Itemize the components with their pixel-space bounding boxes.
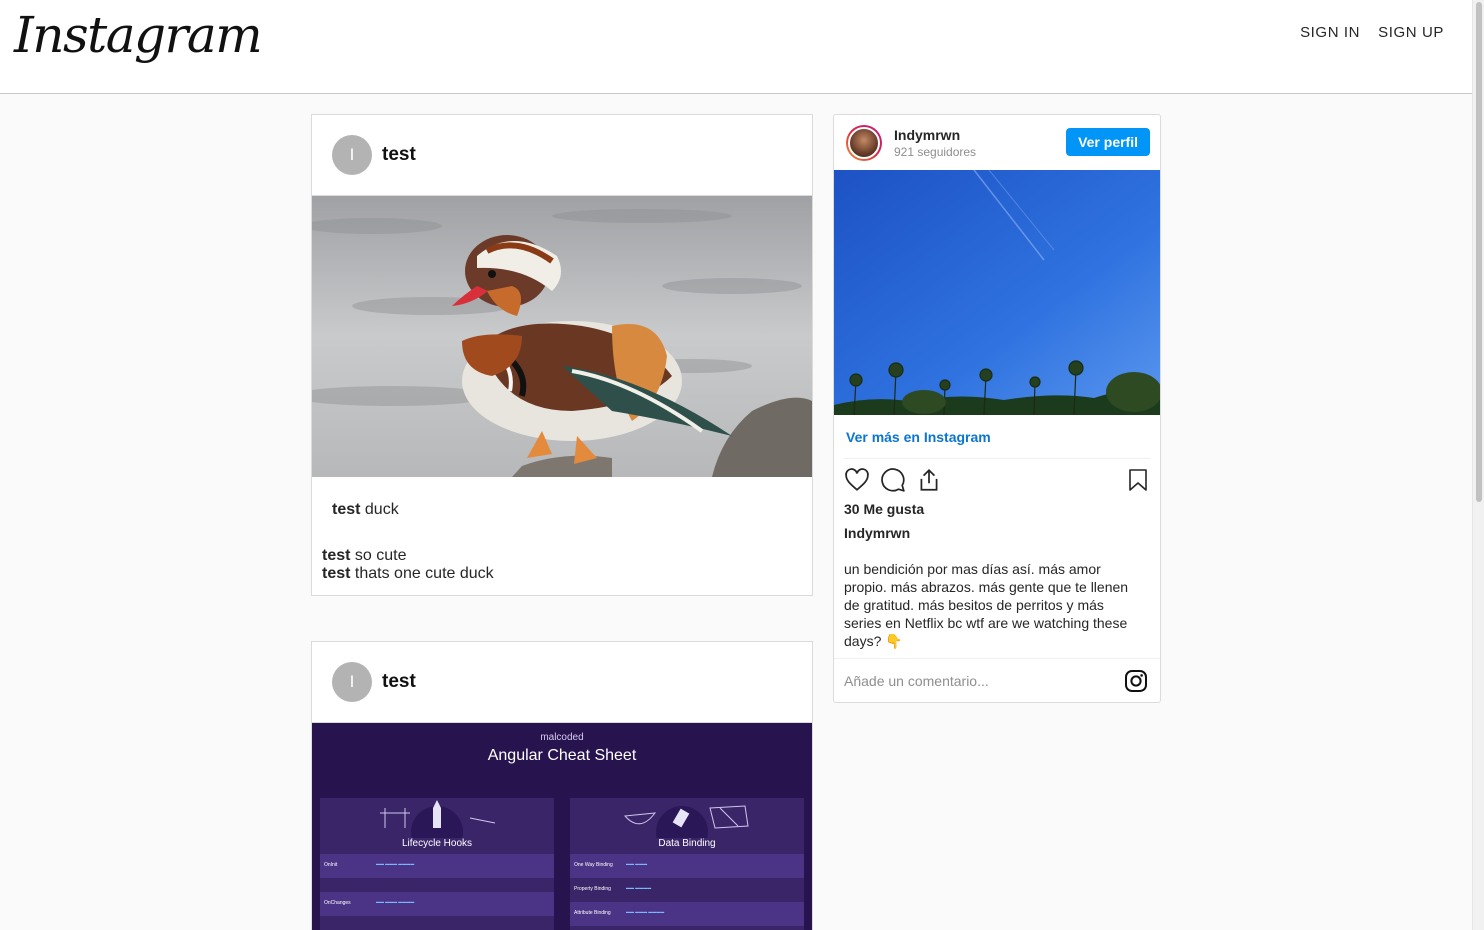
- lifecycle-hooks-panel: Lifecycle Hooks OnInit ▬▬ ▬▬▬ ▬▬▬▬ OnCha…: [320, 798, 554, 930]
- action-bar: [834, 459, 1160, 501]
- embed-caption: un bendición por mas días así. más amor …: [844, 561, 1129, 649]
- cheat-row: OnInit ▬▬ ▬▬▬ ▬▬▬▬: [320, 854, 554, 878]
- code-snippet-icon: ▬▬ ▬▬▬ ▬▬▬▬: [376, 861, 415, 866]
- avatar[interactable]: I: [332, 135, 372, 175]
- scrollbar-thumb[interactable]: [1476, 2, 1482, 502]
- sky-palm-trees-image[interactable]: [834, 170, 1160, 415]
- sign-up-link[interactable]: SIGN UP: [1378, 24, 1444, 41]
- mandarin-duck-image: [312, 196, 812, 477]
- angular-cheat-sheet-image: malcoded Angular Cheat Sheet Lifecycle H…: [312, 723, 812, 930]
- comment-text: so cute: [354, 547, 407, 564]
- comment-username[interactable]: test: [322, 547, 350, 564]
- image-title: Angular Cheat Sheet: [487, 747, 637, 764]
- instagram-icon[interactable]: [1124, 669, 1148, 693]
- embed-header: Indymrwn 921 seguidores Ver perfil: [834, 115, 1160, 170]
- auth-nav: SIGN IN SIGN UP: [1300, 24, 1444, 41]
- sign-in-link[interactable]: SIGN IN: [1300, 24, 1360, 41]
- heart-icon[interactable]: [844, 467, 870, 493]
- like-count[interactable]: 30 Me gusta: [834, 501, 1160, 517]
- row-label: OnInit: [324, 862, 338, 868]
- comment-bar: Añade un comentario...: [834, 658, 1160, 702]
- rocket-icon: [380, 800, 496, 858]
- data-binding-panel: Data Binding One Way Binding ▬▬ ▬▬▬ Prop…: [570, 798, 804, 930]
- bookmark-icon[interactable]: [1126, 467, 1150, 493]
- comment-item: test thats one cute duck: [322, 565, 802, 583]
- avatar[interactable]: I: [332, 662, 372, 702]
- top-header: Instagram SIGN IN SIGN UP: [0, 0, 1472, 94]
- view-profile-button[interactable]: Ver perfil: [1066, 128, 1150, 156]
- caption-username[interactable]: Indymrwn: [834, 517, 1160, 541]
- row-label: Attribute Binding: [574, 910, 611, 916]
- code-snippet-icon: ▬▬ ▬▬▬ ▬▬▬▬: [626, 909, 665, 914]
- cheat-row: One Way Binding ▬▬ ▬▬▬: [570, 854, 804, 878]
- row-label: OnChanges: [324, 900, 351, 906]
- row-label: Property Binding: [574, 886, 611, 892]
- comment-icon[interactable]: [880, 467, 906, 493]
- code-snippet-icon: ▬▬ ▬▬▬▬: [626, 885, 652, 890]
- add-comment-input[interactable]: Añade un comentario...: [844, 673, 989, 689]
- comment-username[interactable]: test: [322, 565, 350, 582]
- page-scrollbar[interactable]: [1472, 0, 1484, 930]
- post-header: I test: [312, 115, 812, 196]
- post-card: I test test duck test so cute test thats…: [311, 114, 813, 596]
- code-snippet-icon: ▬▬ ▬▬▬ ▬▬▬▬: [376, 899, 415, 904]
- caption-text: duck: [364, 501, 399, 518]
- profile-meta: Indymrwn 921 seguidores: [894, 127, 976, 159]
- post-username[interactable]: test: [382, 144, 416, 166]
- instagram-embed-card: Indymrwn 921 seguidores Ver perfil Ver m…: [833, 114, 1161, 703]
- follower-count: 921 seguidores: [894, 144, 977, 159]
- image-brand: malcoded: [540, 732, 584, 743]
- instagram-logo[interactable]: Instagram: [14, 6, 263, 64]
- row-label: One Way Binding: [574, 862, 613, 868]
- comments-list: test so cute test thats one cute duck: [312, 519, 812, 583]
- panel-heading: Lifecycle Hooks: [401, 838, 473, 849]
- profile-username[interactable]: Indymrwn: [894, 127, 976, 143]
- comment-item: test so cute: [322, 547, 802, 565]
- share-icon[interactable]: [916, 467, 942, 493]
- post-caption: test duck: [312, 477, 812, 519]
- post-header: I test: [312, 642, 812, 723]
- post-username[interactable]: test: [382, 671, 416, 693]
- cheat-row: Attribute Binding ▬▬ ▬▬▬ ▬▬▬▬: [570, 902, 804, 926]
- panel-heading: Data Binding: [658, 838, 716, 849]
- cheat-row: OnChanges ▬▬ ▬▬▬ ▬▬▬▬: [320, 892, 554, 916]
- cheat-row: Property Binding ▬▬ ▬▬▬▬: [570, 878, 804, 902]
- comment-text: thats one cute duck: [354, 565, 494, 582]
- profile-avatar[interactable]: [846, 124, 882, 161]
- view-more-link[interactable]: Ver más en Instagram: [834, 415, 1160, 445]
- post-card: I test malcoded Angular Cheat Sheet Life…: [311, 641, 813, 930]
- code-snippet-icon: ▬▬ ▬▬▬: [626, 861, 648, 866]
- satellite-icon: [623, 805, 749, 858]
- caption-username[interactable]: test: [332, 501, 360, 518]
